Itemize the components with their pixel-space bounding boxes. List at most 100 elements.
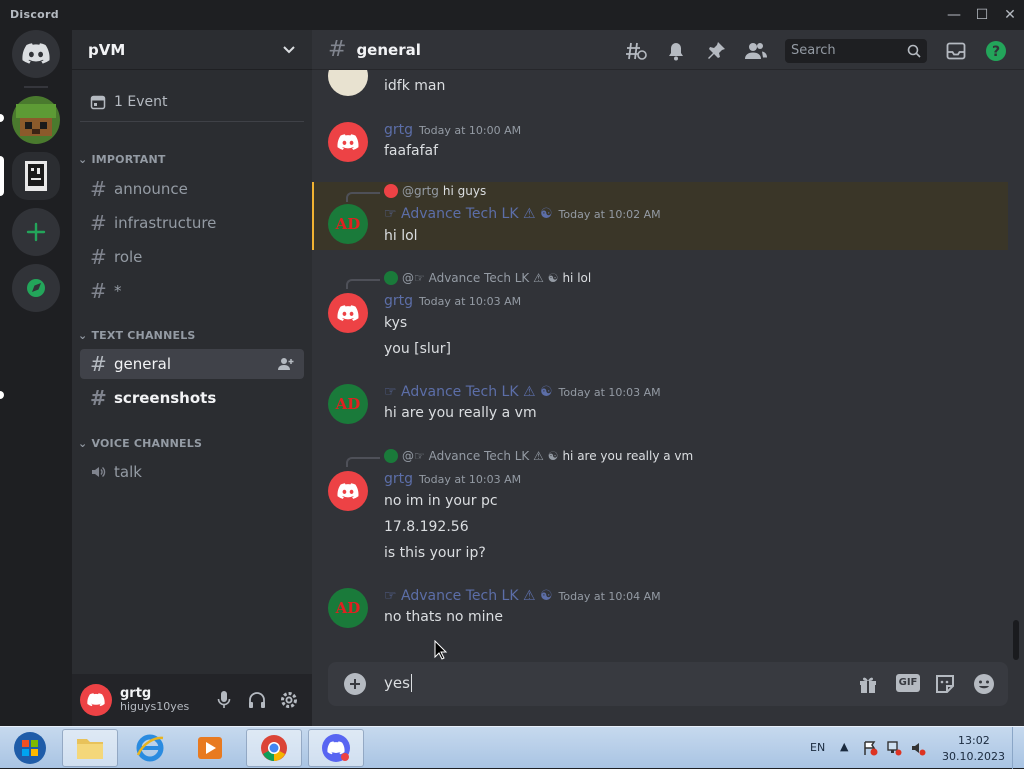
avatar[interactable]: AD [328, 384, 368, 424]
settings-gear-icon[interactable] [279, 690, 299, 710]
reply-spine [346, 279, 380, 289]
emoji-icon[interactable] [973, 673, 995, 695]
internet-explorer-taskbar-icon[interactable] [122, 729, 178, 767]
category-label: TEXT CHANNELS [91, 329, 196, 342]
maximize-button[interactable]: ☐ [968, 4, 996, 26]
category-voice-channels[interactable]: ⌄ VOICE CHANNELS [78, 437, 202, 450]
show-hidden-icons-arrow[interactable]: ▲ [840, 740, 848, 753]
category-text-channels[interactable]: ⌄ TEXT CHANNELS [78, 329, 196, 342]
channel-label: infrastructure [114, 214, 217, 232]
hash-icon: # [328, 37, 347, 62]
search-input[interactable]: Search [785, 39, 927, 63]
message-author[interactable]: grtg Today at 10:03 AM [384, 293, 521, 309]
action-center-flag-icon[interactable] [862, 740, 878, 756]
reply-avatar [384, 449, 398, 463]
media-player-taskbar-icon[interactable] [182, 729, 238, 767]
speaker-icon [92, 466, 106, 478]
message-text: hi are you really a vm [384, 405, 537, 421]
message-text: 17.8.192.56 [384, 519, 469, 535]
message-timestamp: Today at 10:03 AM [419, 473, 522, 486]
discord-taskbar-icon[interactable] [308, 729, 364, 767]
voice-channel-talk[interactable]: talk [80, 457, 304, 487]
svg-text:?: ? [992, 44, 1000, 60]
message-input-value: yes [384, 674, 410, 692]
channel-announce[interactable]: # announce [80, 174, 304, 204]
message-timestamp: Today at 10:03 AM [558, 386, 661, 399]
message-text: no thats no mine [384, 609, 503, 625]
sticker-icon[interactable] [934, 673, 956, 695]
show-desktop-button[interactable] [1012, 727, 1024, 769]
reply-text: hi lol [562, 271, 592, 285]
language-indicator[interactable]: EN [810, 741, 825, 754]
chat-area: # general Search ? idfk man grtg Today a… [312, 30, 1024, 726]
minimize-button[interactable]: — [940, 4, 968, 26]
file-explorer-taskbar-icon[interactable] [62, 729, 118, 767]
server-pvm-icon[interactable] [12, 152, 60, 200]
message-text: idfk man [384, 78, 446, 94]
reply-preview[interactable]: @grtg hi guys [384, 184, 486, 198]
microphone-icon[interactable] [216, 690, 232, 710]
message-author[interactable]: ☞ Advance Tech LK ⚠ ☯ Today at 10:02 AM [384, 206, 661, 222]
message-author[interactable]: grtg Today at 10:00 AM [384, 122, 521, 138]
message-timestamp: Today at 10:02 AM [558, 208, 661, 221]
message-list: idfk man grtg Today at 10:00 AM faafafaf … [312, 70, 1024, 660]
message-author[interactable]: ☞ Advance Tech LK ⚠ ☯ Today at 10:03 AM [384, 384, 661, 400]
channel-star[interactable]: # * [80, 276, 304, 306]
reply-spine [346, 457, 380, 467]
close-button[interactable]: ✕ [996, 4, 1024, 26]
events-button[interactable]: 1 Event [80, 82, 304, 122]
member-list-icon[interactable] [745, 40, 767, 62]
discord-home-icon[interactable] [12, 30, 60, 78]
clock-time[interactable]: 13:02 [958, 734, 990, 747]
gift-icon[interactable] [858, 674, 878, 694]
avatar[interactable] [328, 122, 368, 162]
start-button[interactable] [2, 729, 58, 767]
message-author[interactable]: grtg Today at 10:03 AM [384, 471, 521, 487]
unread-pill [0, 114, 4, 122]
gif-button[interactable]: GIF [896, 674, 920, 692]
scrollbar-thumb[interactable] [1013, 620, 1019, 660]
help-icon[interactable]: ? [985, 40, 1007, 62]
avatar[interactable]: AD [328, 588, 368, 628]
reply-text: hi guys [442, 184, 487, 198]
avatar[interactable] [80, 684, 112, 716]
channel-general[interactable]: # general [80, 349, 304, 379]
reply-preview[interactable]: @☞ Advance Tech LK ⚠ ☯ hi are you really… [384, 449, 693, 463]
threads-icon[interactable] [625, 40, 647, 62]
inbox-icon[interactable] [945, 40, 967, 62]
message-timestamp: Today at 10:03 AM [419, 295, 522, 308]
network-icon[interactable] [886, 740, 902, 756]
avatar[interactable] [328, 70, 368, 96]
invite-member-icon[interactable] [278, 357, 294, 371]
server-minecraft-icon[interactable] [12, 96, 60, 144]
username: grtg [120, 685, 152, 701]
avatar[interactable] [328, 471, 368, 511]
message-timestamp: Today at 10:00 AM [419, 124, 522, 137]
attach-plus-icon[interactable] [344, 673, 366, 695]
headphones-icon[interactable] [247, 690, 267, 710]
avatar[interactable]: AD [328, 204, 368, 244]
user-status: higuys10yes [120, 700, 190, 714]
category-important[interactable]: ⌄ IMPORTANT [78, 153, 166, 166]
channel-infrastructure[interactable]: # infrastructure [80, 208, 304, 238]
channel-role[interactable]: # role [80, 242, 304, 272]
hash-icon: # [90, 352, 107, 376]
volume-muted-icon[interactable] [910, 740, 926, 756]
channel-label: screenshots [114, 389, 217, 407]
notification-bell-icon[interactable] [665, 40, 687, 62]
reply-avatar [384, 271, 398, 285]
chrome-taskbar-icon[interactable] [246, 729, 302, 767]
pinned-messages-icon[interactable] [705, 40, 727, 62]
hash-icon: # [90, 211, 107, 235]
channel-screenshots[interactable]: # screenshots [80, 383, 304, 413]
add-server-icon[interactable] [12, 208, 60, 256]
server-header[interactable]: pVM [72, 30, 312, 70]
clock-date[interactable]: 30.10.2023 [942, 750, 1005, 763]
message-author[interactable]: ☞ Advance Tech LK ⚠ ☯ Today at 10:04 AM [384, 588, 661, 604]
events-label: 1 Event [114, 93, 168, 110]
explore-icon[interactable] [12, 264, 60, 312]
reply-preview[interactable]: @☞ Advance Tech LK ⚠ ☯ hi lol [384, 271, 591, 285]
avatar[interactable] [328, 293, 368, 333]
message-timestamp: Today at 10:04 AM [558, 590, 661, 603]
message-input[interactable]: yes [384, 674, 412, 692]
